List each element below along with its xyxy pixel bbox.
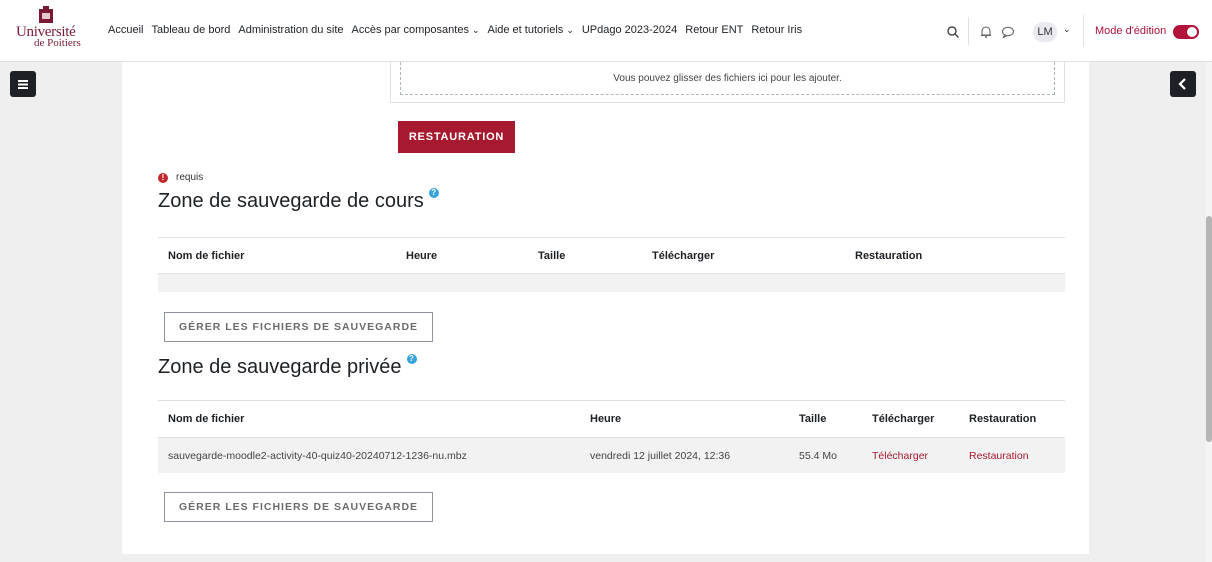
- private-backup-table: Nom de fichier Heure Taille Télécharger …: [158, 400, 1065, 475]
- dropzone-text: Vous pouvez glisser des fichiers ici pou…: [400, 62, 1055, 95]
- col-header-time: Heure: [406, 250, 438, 262]
- nav-divider: [1083, 15, 1084, 47]
- section-title-text: Zone de sauvegarde de cours: [158, 190, 424, 212]
- help-icon[interactable]: ?: [428, 188, 439, 198]
- nav-label: Accueil: [108, 24, 144, 36]
- empty-table-row: [158, 274, 1065, 292]
- nav-label: Aide et tutoriels: [487, 24, 564, 36]
- nav-item-accueil[interactable]: Accueil: [108, 24, 143, 36]
- chat-icon[interactable]: [1001, 25, 1015, 39]
- col-header-download: Télécharger: [652, 250, 715, 262]
- edit-mode-toggle[interactable]: [1173, 25, 1199, 39]
- nav-label: Tableau de bord: [151, 24, 231, 36]
- top-navbar: Université de Poitiers Accueil Tableau d…: [0, 0, 1212, 62]
- private-backup-title: Zone de sauvegarde privée ?: [158, 354, 417, 379]
- scrollbar-thumb[interactable]: [1206, 216, 1212, 442]
- nav-item-aide-tutoriels[interactable]: Aide et tutoriels ⌄: [487, 24, 573, 36]
- restore-button[interactable]: RESTAURATION: [398, 121, 515, 153]
- nav-item-administration[interactable]: Administration du site: [238, 24, 343, 36]
- col-header-time: Heure: [590, 413, 622, 425]
- bell-icon[interactable]: [979, 25, 993, 39]
- restore-link[interactable]: Restauration: [969, 450, 1029, 462]
- col-header-download: Télécharger: [872, 413, 935, 425]
- nav-label: Retour Iris: [751, 24, 803, 36]
- nav-item-tableau-de-bord[interactable]: Tableau de bord: [151, 24, 230, 36]
- chevron-left-icon: [1178, 78, 1186, 90]
- nav-label: Retour ENT: [685, 24, 744, 36]
- main-content: Vous pouvez glisser des fichiers ici pou…: [122, 62, 1089, 554]
- user-avatar[interactable]: LM: [1033, 22, 1057, 42]
- table-row: sauvegarde-moodle2-activity-40-quiz40-20…: [158, 438, 1065, 473]
- nav-divider: [968, 17, 969, 45]
- nav-label: Accès par composantes: [351, 24, 469, 36]
- nav-item-acces-composantes[interactable]: Accès par composantes ⌄: [352, 24, 480, 36]
- chevron-down-icon: ⌄: [471, 24, 480, 35]
- nav-item-retour-ent[interactable]: Retour ENT: [685, 24, 743, 36]
- col-header-restore: Restauration: [855, 250, 923, 262]
- exclamation-icon: !: [158, 172, 168, 183]
- required-label: requis: [176, 172, 204, 183]
- university-logo[interactable]: Université de Poitiers: [12, 6, 88, 54]
- crest-icon: [39, 6, 53, 23]
- file-dropzone[interactable]: Vous pouvez glisser des fichiers ici pou…: [390, 62, 1065, 103]
- backup-time: vendredi 12 juillet 2024, 12:36: [590, 450, 731, 462]
- chevron-down-icon[interactable]: ⌄: [1063, 24, 1071, 35]
- col-header-size: Taille: [538, 250, 566, 262]
- manage-private-backups-button[interactable]: GÉRER LES FICHIERS DE SAUVEGARDE: [164, 492, 433, 522]
- backup-size: 55.4 Mo: [799, 450, 837, 462]
- nav-label: Administration du site: [238, 24, 344, 36]
- help-icon[interactable]: ?: [406, 354, 417, 364]
- edit-mode-label: Mode d'édition: [1095, 25, 1167, 37]
- chevron-down-icon: ⌄: [566, 24, 574, 35]
- brand-line-2: de Poitiers: [34, 37, 81, 49]
- required-legend: ! requis: [158, 172, 203, 183]
- col-header-size: Taille: [799, 413, 827, 425]
- nav-item-updago[interactable]: UPdago 2023-2024: [582, 24, 677, 36]
- manage-course-backups-button[interactable]: GÉRER LES FICHIERS DE SAUVEGARDE: [164, 312, 433, 342]
- course-backup-table: Nom de fichier Heure Taille Télécharger …: [158, 237, 1065, 294]
- download-link[interactable]: Télécharger: [872, 450, 928, 462]
- search-icon[interactable]: [946, 25, 960, 39]
- section-title-text: Zone de sauvegarde privée: [158, 356, 402, 378]
- nav-label: UPdago 2023-2024: [581, 24, 678, 36]
- col-header-filename: Nom de fichier: [168, 250, 245, 262]
- list-icon: [18, 80, 28, 89]
- course-index-drawer-button[interactable]: [10, 71, 36, 97]
- backup-filename: sauvegarde-moodle2-activity-40-quiz40-20…: [168, 450, 467, 462]
- course-backup-title: Zone de sauvegarde de cours ?: [158, 188, 439, 213]
- block-drawer-button[interactable]: [1170, 71, 1196, 97]
- col-header-restore: Restauration: [969, 413, 1037, 425]
- nav-item-retour-iris[interactable]: Retour Iris: [751, 24, 802, 36]
- col-header-filename: Nom de fichier: [168, 413, 245, 425]
- primary-navigation: Accueil Tableau de bord Administration d…: [108, 24, 810, 36]
